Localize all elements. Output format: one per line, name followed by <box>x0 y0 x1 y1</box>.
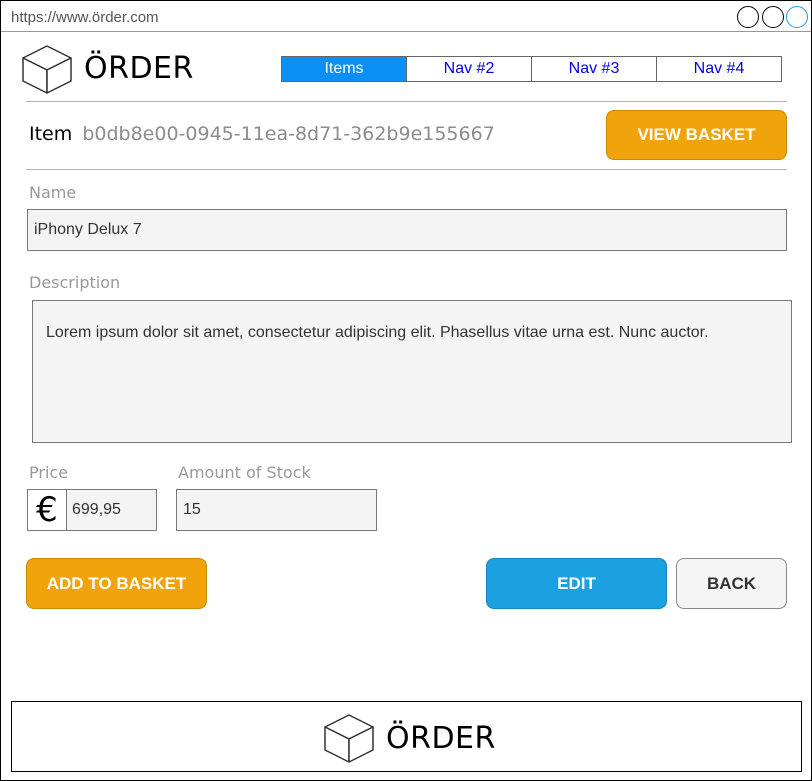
stock-field[interactable]: 15 <box>176 489 377 531</box>
price-label: Price <box>29 463 69 482</box>
window-control-circle-icon[interactable] <box>786 6 808 28</box>
nav-bar: Items Nav #2 Nav #3 Nav #4 <box>281 56 782 82</box>
nav-tab-2[interactable]: Nav #2 <box>407 57 532 81</box>
window-control-circle-icon[interactable] <box>762 6 784 28</box>
window-control-circle-icon[interactable] <box>737 6 759 28</box>
back-button[interactable]: BACK <box>676 558 787 609</box>
browser-window: https://www.örder.com ÖRDER Items Nav #2… <box>0 0 812 781</box>
address-bar[interactable]: https://www.örder.com <box>1 1 811 32</box>
divider <box>26 101 787 102</box>
description-label: Description <box>29 273 121 292</box>
item-label: Item <box>29 123 73 145</box>
price-field[interactable]: 699,95 <box>66 489 157 531</box>
description-field[interactable]: Lorem ipsum dolor sit amet, consectetur … <box>32 300 792 443</box>
item-id: b0db8e00-0945-11ea-8d71-362b9e155667 <box>82 123 495 145</box>
footer: ÖRDER <box>11 701 802 772</box>
view-basket-button[interactable]: VIEW BASKET <box>606 110 787 160</box>
nav-tab-items[interactable]: Items <box>282 57 407 81</box>
brand-name: ÖRDER <box>84 51 194 86</box>
cube-icon <box>324 714 374 763</box>
name-field[interactable]: iPhony Delux 7 <box>27 209 787 251</box>
nav-tab-3[interactable]: Nav #3 <box>532 57 657 81</box>
footer-brand-name: ÖRDER <box>386 721 496 756</box>
stock-label: Amount of Stock <box>178 463 311 482</box>
url-text[interactable]: https://www.örder.com <box>11 9 159 26</box>
edit-button[interactable]: EDIT <box>486 558 667 609</box>
nav-tab-4[interactable]: Nav #4 <box>657 57 781 81</box>
euro-icon: € <box>27 489 67 531</box>
item-heading: Item b0db8e00-0945-11ea-8d71-362b9e15566… <box>29 123 495 145</box>
cube-icon <box>22 45 72 94</box>
add-to-basket-button[interactable]: ADD TO BASKET <box>26 558 207 609</box>
divider <box>26 169 787 170</box>
name-label: Name <box>29 183 77 202</box>
